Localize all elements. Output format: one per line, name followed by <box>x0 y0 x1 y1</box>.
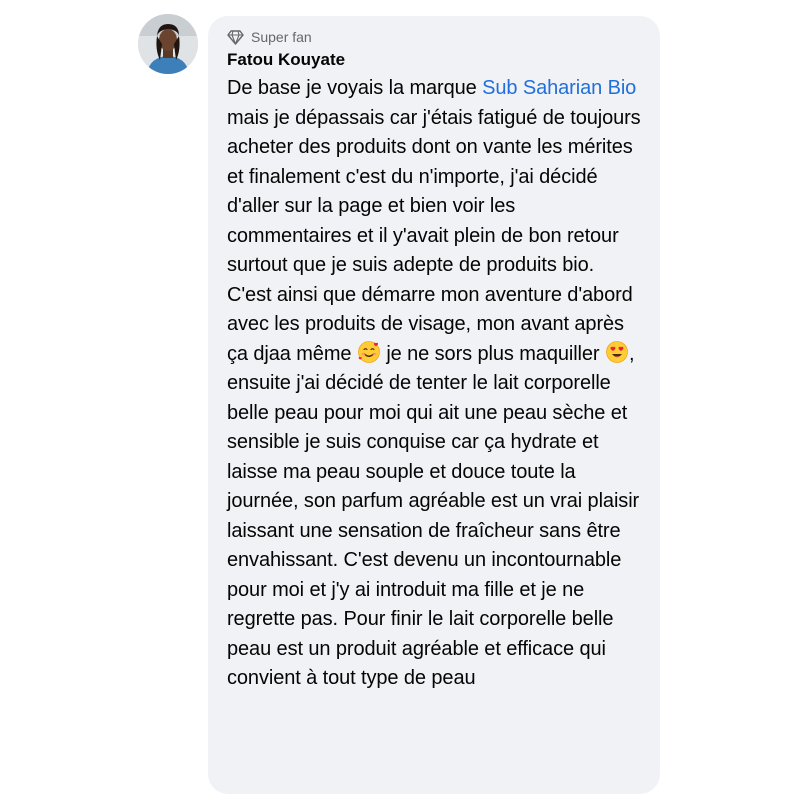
comment-text-part: mais je dépassais car j'étais fatigué de… <box>227 106 641 365</box>
comment-text-part: De base je voyais la marque <box>227 77 483 99</box>
diamond-icon <box>227 29 244 45</box>
author-name[interactable]: Fatou Kouyate <box>227 49 642 71</box>
smiling-face-with-hearts-icon <box>357 340 381 364</box>
comment-text-part: , ensuite j'ai décidé de tenter le lait … <box>227 342 640 690</box>
comment-text-part: je ne sors plus maquiller <box>380 342 605 365</box>
heart-eyes-icon <box>605 340 629 364</box>
avatar[interactable] <box>138 14 198 74</box>
top-fan-badge[interactable]: Super fan <box>227 27 642 47</box>
brand-mention-link[interactable]: Sub Saharian Bio <box>482 77 636 99</box>
profile-photo <box>138 14 198 74</box>
badge-label: Super fan <box>251 29 312 45</box>
comment-text: De base je voyais la marque Sub Saharian… <box>227 74 642 694</box>
comment-bubble: Super fan Fatou Kouyate De base je voyai… <box>208 16 660 794</box>
